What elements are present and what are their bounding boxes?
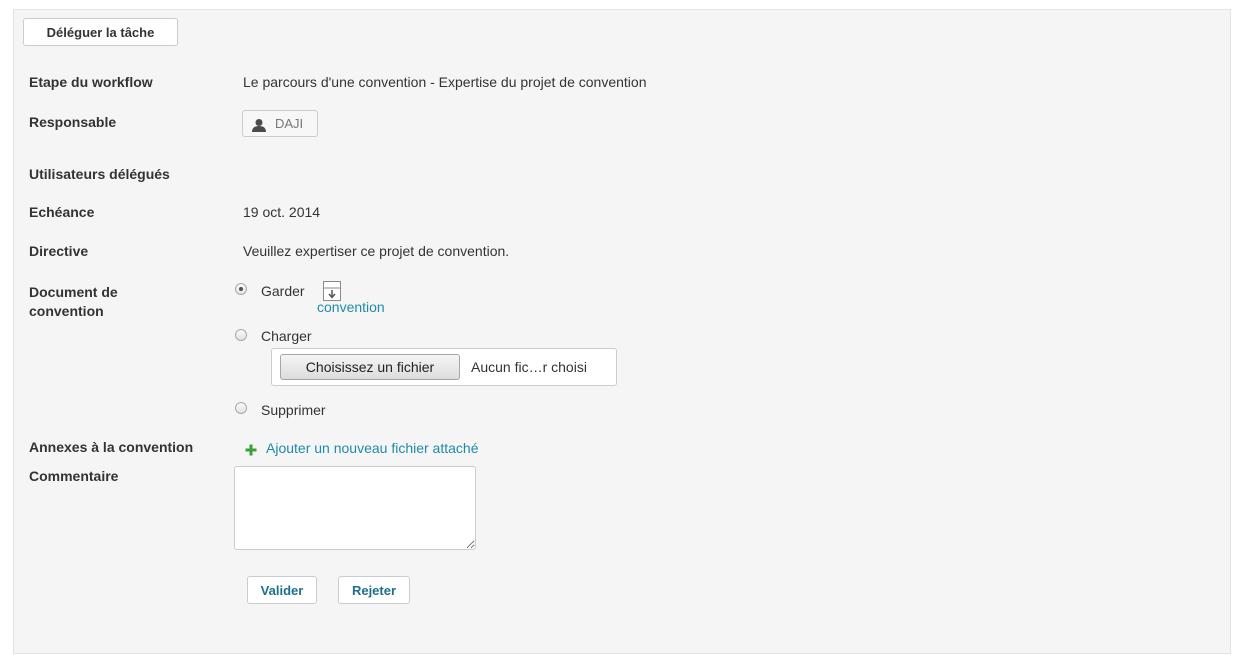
delegate-task-button[interactable]: Déléguer la tâche — [23, 18, 178, 46]
plus-icon[interactable] — [245, 444, 257, 456]
reject-button[interactable]: Rejeter — [338, 576, 410, 604]
due-date-label: Echéance — [29, 204, 95, 220]
comment-textarea[interactable] — [234, 466, 476, 550]
directive-value: Veuillez expertiser ce projet de convent… — [243, 243, 510, 259]
validate-button[interactable]: Valider — [247, 576, 317, 604]
document-label: Document de convention — [29, 283, 118, 320]
file-input[interactable]: Choisissez un fichier Aucun fic…r choisi — [271, 348, 617, 386]
workflow-step-value: Le parcours d'une convention - Expertise… — [243, 74, 647, 90]
annexes-label: Annexes à la convention — [29, 439, 194, 455]
keep-radio[interactable] — [235, 283, 247, 295]
document-label-line1: Document de — [29, 284, 118, 300]
delegated-users-label: Utilisateurs délégués — [29, 166, 170, 182]
delete-radio-label: Supprimer — [261, 402, 326, 418]
responsible-user-chip[interactable]: DAJI — [242, 110, 318, 137]
due-date-value: 19 oct. 2014 — [243, 204, 321, 220]
workflow-step-label: Etape du workflow — [29, 74, 153, 90]
file-status-text: Aucun fic…r choisi — [471, 359, 587, 375]
upload-radio-label: Charger — [261, 328, 312, 344]
user-icon — [252, 119, 266, 132]
upload-radio[interactable] — [235, 329, 247, 341]
delete-radio[interactable] — [235, 402, 247, 414]
responsible-user-name: DAJI — [275, 116, 304, 131]
task-panel — [13, 9, 1231, 654]
add-attachment-link[interactable]: Ajouter un nouveau fichier attaché — [266, 439, 478, 457]
keep-radio-label: Garder — [261, 283, 305, 299]
choose-file-button[interactable]: Choisissez un fichier — [280, 354, 460, 380]
responsible-label: Responsable — [29, 114, 117, 130]
comment-label: Commentaire — [29, 468, 119, 484]
directive-label: Directive — [29, 243, 89, 259]
document-label-line2: convention — [29, 303, 104, 319]
convention-file-link[interactable]: convention — [317, 298, 385, 316]
